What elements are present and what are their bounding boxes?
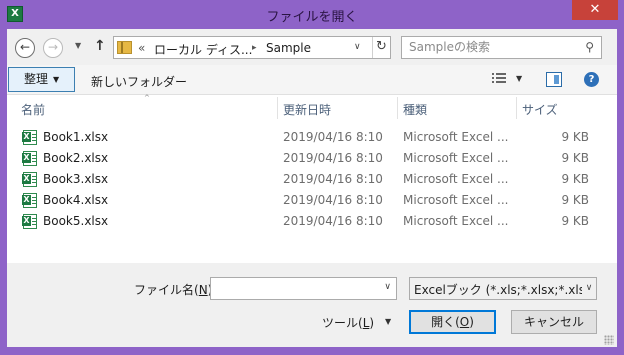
file-row[interactable]: Book1.xlsx 2019/04/16 8:10 Microsoft Exc…	[7, 127, 617, 148]
file-open-dialog: X ファイルを開く ✕ ← → ▼ ↑ « ローカル ディス... ▸ Samp…	[0, 0, 624, 355]
resize-grip[interactable]	[604, 335, 614, 345]
excel-file-icon	[22, 172, 37, 187]
tools-dropdown-icon[interactable]: ▼	[385, 317, 391, 326]
excel-file-icon	[22, 193, 37, 208]
breadcrumb-sample[interactable]: Sample	[266, 41, 311, 55]
file-size: 9 KB	[561, 214, 589, 228]
breadcrumb-local-disk[interactable]: ローカル ディス...	[154, 41, 252, 58]
organize-label: 整理	[24, 72, 49, 86]
excel-file-icon	[22, 130, 37, 145]
file-row[interactable]: Book5.xlsx 2019/04/16 8:10 Microsoft Exc…	[7, 211, 617, 232]
open-button[interactable]: 開く(O)	[409, 310, 496, 334]
forward-button[interactable]: →	[43, 38, 63, 58]
column-divider[interactable]	[277, 97, 278, 119]
close-button[interactable]: ✕	[572, 0, 618, 20]
command-bar: 整理 ▼ 新しいフォルダー ▼ ?	[7, 65, 617, 95]
address-bar[interactable]: « ローカル ディス... ▸ Sample ∨ ↻	[113, 36, 391, 59]
preview-pane-icon[interactable]	[546, 72, 562, 87]
help-icon[interactable]: ?	[584, 72, 599, 87]
column-header-type[interactable]: 種類	[403, 101, 427, 118]
file-row[interactable]: Book4.xlsx 2019/04/16 8:10 Microsoft Exc…	[7, 190, 617, 211]
file-type: Microsoft Excel ...	[403, 214, 509, 228]
file-type: Microsoft Excel ...	[403, 172, 509, 186]
filename-combobox[interactable]: ∨	[210, 277, 397, 300]
file-name: Book3.xlsx	[43, 172, 109, 186]
column-divider[interactable]	[516, 97, 517, 119]
file-type-filter-value: Excelブック (*.xls;*.xlsx;*.xlsm	[414, 283, 597, 297]
window-title: ファイルを開く	[266, 10, 358, 25]
navigation-bar: ← → ▼ ↑ « ローカル ディス... ▸ Sample ∨ ↻ ⚲	[7, 29, 617, 65]
column-header-date[interactable]: 更新日時	[283, 101, 331, 118]
sort-ascending-icon: ^	[144, 94, 150, 102]
refresh-button[interactable]: ↻	[372, 37, 390, 58]
search-input[interactable]	[409, 40, 569, 54]
breadcrumb-overflow[interactable]: «	[138, 41, 145, 55]
file-name: Book5.xlsx	[43, 214, 109, 228]
file-size: 9 KB	[561, 130, 589, 144]
chevron-down-icon[interactable]: ∨	[384, 282, 391, 292]
cancel-button[interactable]: キャンセル	[511, 310, 597, 334]
view-options-icon[interactable]	[492, 73, 506, 85]
search-box[interactable]: ⚲	[401, 36, 602, 59]
breadcrumb-separator-icon[interactable]: ▸	[252, 43, 257, 53]
file-name: Book2.xlsx	[43, 151, 109, 165]
excel-file-icon	[22, 151, 37, 166]
file-date: 2019/04/16 8:10	[283, 151, 383, 165]
search-icon[interactable]: ⚲	[585, 40, 594, 54]
dialog-footer: ファイル名(N): ∨ Excelブック (*.xls;*.xlsx;*.xls…	[7, 263, 617, 347]
filename-label: ファイル名(N):	[134, 283, 216, 297]
file-size: 9 KB	[561, 172, 589, 186]
dialog-body: ← → ▼ ↑ « ローカル ディス... ▸ Sample ∨ ↻ ⚲ 整理 ▼	[7, 29, 617, 347]
file-type: Microsoft Excel ...	[403, 193, 509, 207]
file-date: 2019/04/16 8:10	[283, 214, 383, 228]
recent-locations-dropdown[interactable]: ▼	[75, 41, 81, 50]
column-header-name[interactable]: 名前	[21, 101, 45, 118]
file-size: 9 KB	[561, 193, 589, 207]
back-button[interactable]: ←	[15, 38, 35, 58]
file-type: Microsoft Excel ...	[403, 151, 509, 165]
up-folder-button[interactable]: ↑	[94, 38, 106, 54]
title-bar[interactable]: X ファイルを開く ✕	[0, 0, 624, 29]
chevron-down-icon[interactable]: ∨	[582, 278, 596, 299]
filename-input[interactable]	[215, 281, 375, 295]
file-type: Microsoft Excel ...	[403, 130, 509, 144]
new-folder-button[interactable]: 新しいフォルダー	[91, 73, 187, 90]
folder-icon	[117, 41, 132, 54]
file-date: 2019/04/16 8:10	[283, 172, 383, 186]
view-dropdown-icon[interactable]: ▼	[516, 74, 522, 83]
file-size: 9 KB	[561, 151, 589, 165]
file-row[interactable]: Book2.xlsx 2019/04/16 8:10 Microsoft Exc…	[7, 148, 617, 169]
file-list: ^ 名前 更新日時 種類 サイズ Book1.xlsx 2019/04/16 8…	[7, 94, 617, 263]
column-header-size[interactable]: サイズ	[522, 101, 558, 118]
organize-button[interactable]: 整理 ▼	[8, 67, 75, 92]
file-name: Book1.xlsx	[43, 130, 109, 144]
tools-menu[interactable]: ツール(L)	[322, 314, 374, 331]
file-row[interactable]: Book3.xlsx 2019/04/16 8:10 Microsoft Exc…	[7, 169, 617, 190]
file-name: Book4.xlsx	[43, 193, 109, 207]
file-date: 2019/04/16 8:10	[283, 130, 383, 144]
file-date: 2019/04/16 8:10	[283, 193, 383, 207]
chevron-down-icon: ▼	[53, 75, 60, 84]
excel-file-icon	[22, 214, 37, 229]
file-type-filter[interactable]: Excelブック (*.xls;*.xlsx;*.xlsm ∨	[409, 277, 597, 300]
column-headers: ^ 名前 更新日時 種類 サイズ	[7, 94, 617, 119]
address-dropdown-icon[interactable]: ∨	[354, 42, 361, 52]
column-divider[interactable]	[397, 97, 398, 119]
